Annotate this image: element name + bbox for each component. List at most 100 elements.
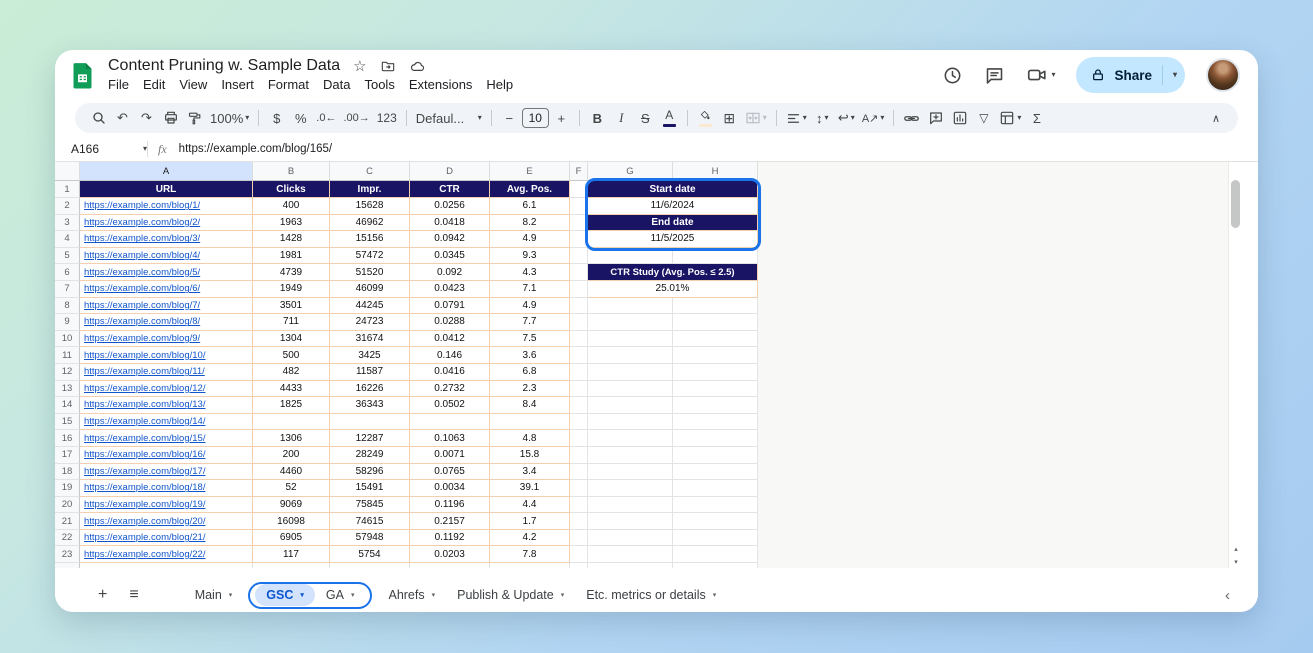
cell-B6[interactable]: 4739 (253, 264, 330, 281)
cell-C21[interactable]: 74615 (330, 513, 410, 530)
cell-A19[interactable]: https://example.com/blog/18/ (80, 480, 253, 497)
cell-G6[interactable]: CTR Study (Avg. Pos. ≤ 2.5) (588, 264, 758, 281)
cell-F14[interactable] (570, 397, 588, 414)
row-header-12[interactable]: 12 (55, 364, 80, 381)
cell-A18[interactable]: https://example.com/blog/17/ (80, 464, 253, 481)
cell-B17[interactable]: 200 (253, 447, 330, 464)
cell-G1[interactable]: Start date (588, 181, 758, 198)
cell-C13[interactable]: 16226 (330, 381, 410, 398)
cell-E18[interactable]: 3.4 (490, 464, 570, 481)
star-icon[interactable]: ☆ (353, 57, 366, 75)
row-header-10[interactable]: 10 (55, 331, 80, 348)
cell-H21[interactable] (673, 513, 758, 530)
name-box[interactable]: A166▾ (55, 142, 147, 156)
cell-C2[interactable]: 15628 (330, 198, 410, 215)
cell-D21[interactable]: 0.2157 (410, 513, 490, 530)
cell-C18[interactable]: 58296 (330, 464, 410, 481)
cell-B1[interactable]: Clicks (253, 181, 330, 198)
cell-F2[interactable] (570, 198, 588, 215)
cell-G17[interactable] (588, 447, 673, 464)
cell-E14[interactable]: 8.4 (490, 397, 570, 414)
cell-A9[interactable]: https://example.com/blog/8/ (80, 314, 253, 331)
cell-F10[interactable] (570, 331, 588, 348)
cell-G7[interactable]: 25.01% (588, 281, 758, 298)
cell-E4[interactable]: 4.9 (490, 231, 570, 248)
cell-B23[interactable]: 117 (253, 546, 330, 563)
cell-D23[interactable]: 0.0203 (410, 546, 490, 563)
cell-C24[interactable] (330, 563, 410, 568)
doc-title[interactable]: Content Pruning w. Sample Data (108, 57, 340, 75)
cell-A16[interactable]: https://example.com/blog/15/ (80, 430, 253, 447)
increase-font-button[interactable]: + (550, 106, 573, 130)
cell-G11[interactable] (588, 347, 673, 364)
cell-F21[interactable] (570, 513, 588, 530)
cell-C9[interactable]: 24723 (330, 314, 410, 331)
sheet-tab-caret-icon[interactable]: ▾ (561, 592, 565, 599)
cell-D24[interactable] (410, 563, 490, 568)
cell-B4[interactable]: 1428 (253, 231, 330, 248)
row-header-18[interactable]: 18 (55, 464, 80, 481)
cell-D4[interactable]: 0.0942 (410, 231, 490, 248)
cell-H17[interactable] (673, 447, 758, 464)
cell-E22[interactable]: 4.2 (490, 530, 570, 547)
text-wrap-button[interactable]: ↩▾ (835, 106, 858, 130)
cell-D22[interactable]: 0.1192 (410, 530, 490, 547)
cell-H20[interactable] (673, 497, 758, 514)
cell-G14[interactable] (588, 397, 673, 414)
row-header-16[interactable]: 16 (55, 430, 80, 447)
cell-A2[interactable]: https://example.com/blog/1/ (80, 198, 253, 215)
cell-A1[interactable]: URL (80, 181, 253, 198)
row-header-2[interactable]: 2 (55, 198, 80, 215)
cell-B9[interactable]: 711 (253, 314, 330, 331)
cell-D12[interactable]: 0.0416 (410, 364, 490, 381)
cell-H9[interactable] (673, 314, 758, 331)
cell-E13[interactable]: 2.3 (490, 381, 570, 398)
row-header-24[interactable] (55, 563, 80, 568)
create-filter-button[interactable]: ▽ (972, 106, 995, 130)
row-header-21[interactable]: 21 (55, 513, 80, 530)
cell-A4[interactable]: https://example.com/blog/3/ (80, 231, 253, 248)
cell-E10[interactable]: 7.5 (490, 331, 570, 348)
cell-E16[interactable]: 4.8 (490, 430, 570, 447)
cell-G18[interactable] (588, 464, 673, 481)
cell-F19[interactable] (570, 480, 588, 497)
percent-button[interactable]: % (289, 106, 312, 130)
cell-G5[interactable] (588, 248, 673, 265)
cell-A13[interactable]: https://example.com/blog/12/ (80, 381, 253, 398)
decrease-font-button[interactable]: − (498, 106, 521, 130)
cell-H22[interactable] (673, 530, 758, 547)
sheets-logo-icon[interactable] (69, 62, 96, 89)
cell-C12[interactable]: 11587 (330, 364, 410, 381)
cell-F15[interactable] (570, 414, 588, 431)
cell-B5[interactable]: 1981 (253, 248, 330, 265)
cell-G21[interactable] (588, 513, 673, 530)
strikethrough-button[interactable]: S (634, 106, 657, 130)
cell-F7[interactable] (570, 281, 588, 298)
share-button[interactable]: Share ▾ (1076, 57, 1185, 93)
cell-G9[interactable] (588, 314, 673, 331)
cell-D6[interactable]: 0.092 (410, 264, 490, 281)
row-header-20[interactable]: 20 (55, 497, 80, 514)
cell-G4[interactable]: 11/5/2025 (588, 231, 758, 248)
cell-H14[interactable] (673, 397, 758, 414)
currency-button[interactable]: $ (265, 106, 288, 130)
cell-H15[interactable] (673, 414, 758, 431)
insert-comment-button[interactable] (924, 106, 947, 130)
scroll-up-icon[interactable]: ▴ (1234, 545, 1238, 553)
grid-corner[interactable] (55, 162, 80, 181)
number-format-button[interactable]: 123 (374, 106, 400, 130)
cell-A22[interactable]: https://example.com/blog/21/ (80, 530, 253, 547)
cell-F22[interactable] (570, 530, 588, 547)
menu-insert[interactable]: Insert (214, 76, 261, 93)
cell-D14[interactable]: 0.0502 (410, 397, 490, 414)
cell-A20[interactable]: https://example.com/blog/19/ (80, 497, 253, 514)
cell-B13[interactable]: 4433 (253, 381, 330, 398)
cell-C3[interactable]: 46962 (330, 215, 410, 232)
cell-C19[interactable]: 15491 (330, 480, 410, 497)
cell-B24[interactable] (253, 563, 330, 568)
cell-B20[interactable]: 9069 (253, 497, 330, 514)
version-history-icon[interactable] (942, 65, 963, 86)
borders-button[interactable]: ⊞ (718, 106, 741, 130)
menu-extensions[interactable]: Extensions (402, 76, 480, 93)
cell-B21[interactable]: 16098 (253, 513, 330, 530)
